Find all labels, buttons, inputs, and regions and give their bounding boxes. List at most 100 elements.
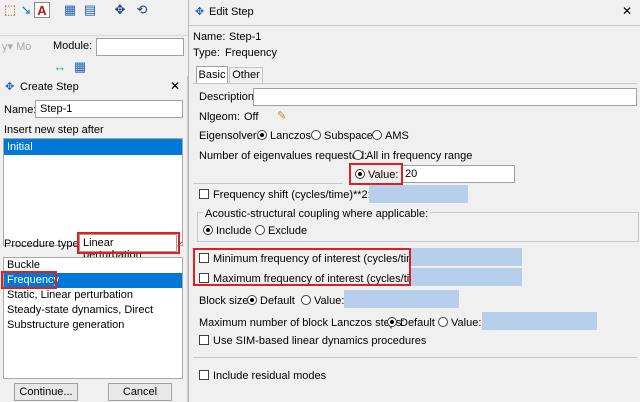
type-value: Frequency [225, 47, 277, 59]
block-size-field[interactable] [344, 290, 459, 308]
value-label: Value: [451, 317, 482, 329]
radio-block-value[interactable]: Value: [301, 295, 344, 307]
radio-include[interactable]: Include [203, 225, 251, 237]
exclude-label: Exclude [268, 225, 308, 237]
residual-checkbox[interactable]: Include residual modes [199, 370, 326, 382]
insert-label: Insert new step after [4, 124, 104, 136]
select-icon[interactable]: ⬚ [2, 2, 18, 18]
radio-icon [257, 130, 267, 140]
move-icon[interactable]: ✥ [112, 2, 128, 18]
tab-other[interactable]: Other [229, 67, 263, 83]
radio-icon [255, 225, 265, 235]
max-block-field[interactable] [482, 312, 597, 330]
radio-icon [203, 225, 213, 235]
divider [193, 357, 637, 358]
divider [193, 83, 637, 84]
procedure-label: Procedure type: [4, 238, 82, 250]
module-value: Step [100, 40, 123, 52]
subspace-label: Subspace [324, 130, 373, 142]
ams-label: AMS [385, 130, 409, 142]
module-label: Module: [53, 40, 93, 52]
table-icon[interactable]: ▦ [72, 59, 88, 75]
name-field[interactable]: Step-1 [35, 100, 183, 118]
radio-max-default[interactable]: Default [387, 317, 435, 329]
radio-exclude[interactable]: Exclude [255, 225, 307, 237]
max-block-label: Maximum number of block Lanczos steps: [199, 317, 405, 329]
residual-label: Include residual modes [213, 370, 327, 382]
connector-icon[interactable]: ↔ [52, 59, 68, 75]
checkbox-icon [199, 335, 209, 345]
divider [193, 183, 343, 184]
sim-checkbox[interactable]: Use SIM-based linear dynamics procedures [199, 335, 426, 347]
continue-button[interactable]: Continue... [14, 383, 78, 401]
close-icon[interactable]: ✕ [622, 4, 632, 18]
move-icon: ✥ [5, 81, 15, 93]
tab-basic[interactable]: Basic [196, 66, 228, 83]
procedure-item-label: Substructure generation [7, 319, 125, 331]
block-size-label: Block size: [199, 295, 252, 307]
freq-shift-field[interactable] [369, 185, 468, 203]
radio-max-value[interactable]: Value: [438, 317, 481, 329]
type-label: Type: [193, 47, 220, 59]
freq-shift-checkbox[interactable]: Frequency shift (cycles/time)**2: [199, 189, 371, 201]
procedure-item-label: Steady-state dynamics, Direct [7, 304, 154, 316]
radio-icon [247, 295, 257, 305]
grid-icon[interactable]: ▦ [62, 2, 78, 18]
max-freq-field[interactable] [411, 268, 522, 286]
rotate-icon[interactable]: ⟲ [134, 2, 150, 18]
list-item-label: Initial [7, 141, 33, 153]
module-bar: y▾ Mo Module: Step ⌄ [0, 36, 188, 58]
description-field[interactable] [253, 88, 637, 106]
text-icon[interactable]: A [34, 2, 50, 18]
radio-lanczos[interactable]: Lanczos [257, 130, 311, 142]
radio-ams[interactable]: AMS [372, 130, 409, 142]
sim-label: Use SIM-based linear dynamics procedures [213, 335, 427, 347]
nlgeom-label: Nlgeom: [199, 111, 240, 123]
radio-block-default[interactable]: Default [247, 295, 295, 307]
procedure-item-label: Buckle [7, 259, 41, 271]
lanczos-label: Lanczos [270, 130, 311, 142]
name-value: Step-1 [229, 31, 262, 43]
arrow-icon[interactable]: ↘ [18, 2, 34, 18]
checkbox-icon [199, 189, 209, 199]
name-label: Name: [193, 31, 226, 43]
include-label: Include [216, 225, 252, 237]
procedure-item-label: Static, Linear perturbation [7, 289, 133, 301]
list-item[interactable]: Initial [4, 139, 182, 155]
list-item[interactable]: Steady-state dynamics, Direct [4, 303, 182, 318]
list-item[interactable]: Static, Linear perturbation [4, 288, 182, 303]
pencil-icon[interactable]: ✎ [277, 109, 286, 122]
radio-icon [311, 130, 321, 140]
edit-step-dialog: ✥ Edit Step ✕ Name: Step-1 Type: Frequen… [188, 0, 640, 402]
eigen-value-field[interactable]: 20 [401, 165, 515, 183]
dialog-title: Create Step [20, 81, 79, 93]
insert-list: Initial [3, 138, 183, 246]
radio-icon [387, 317, 397, 327]
freq-shift-label: Frequency shift (cycles/time)**2: [213, 189, 371, 201]
highlight-box [349, 163, 403, 185]
radio-icon [301, 295, 311, 305]
acoustic-label: Acoustic-structural coupling where appli… [203, 208, 431, 220]
list-item[interactable]: Substructure generation [4, 318, 182, 333]
default-label: Default [260, 295, 295, 307]
default-label: Default [400, 317, 435, 329]
module-select[interactable]: Step ⌄ [96, 38, 184, 56]
nlgeom-value: Off [244, 111, 259, 123]
cancel-button[interactable]: Cancel [108, 383, 172, 401]
model-label: y▾ Mo [2, 41, 32, 53]
highlight-box [77, 232, 180, 254]
secondary-toolbar: ↔ ▦ [0, 58, 188, 76]
radio-icon [372, 130, 382, 140]
radio-subspace[interactable]: Subspace [311, 130, 373, 142]
close-icon[interactable]: ✕ [170, 79, 180, 93]
num-eigen-label: Number of eigenvalues requested: [199, 150, 368, 162]
checkbox-icon [199, 370, 209, 380]
radio-all-in-range[interactable]: All in frequency range [353, 150, 472, 162]
move-icon: ✥ [195, 6, 205, 18]
tool-icon[interactable]: ▤ [82, 2, 98, 18]
highlight-box [193, 248, 411, 286]
radio-icon [353, 150, 363, 160]
chevron-down-icon: ⌄ [170, 41, 180, 53]
main-toolbar: ⬚ ↘ A ▦ ▤ ✥ ⟲ [0, 0, 188, 36]
min-freq-field[interactable] [411, 248, 522, 266]
